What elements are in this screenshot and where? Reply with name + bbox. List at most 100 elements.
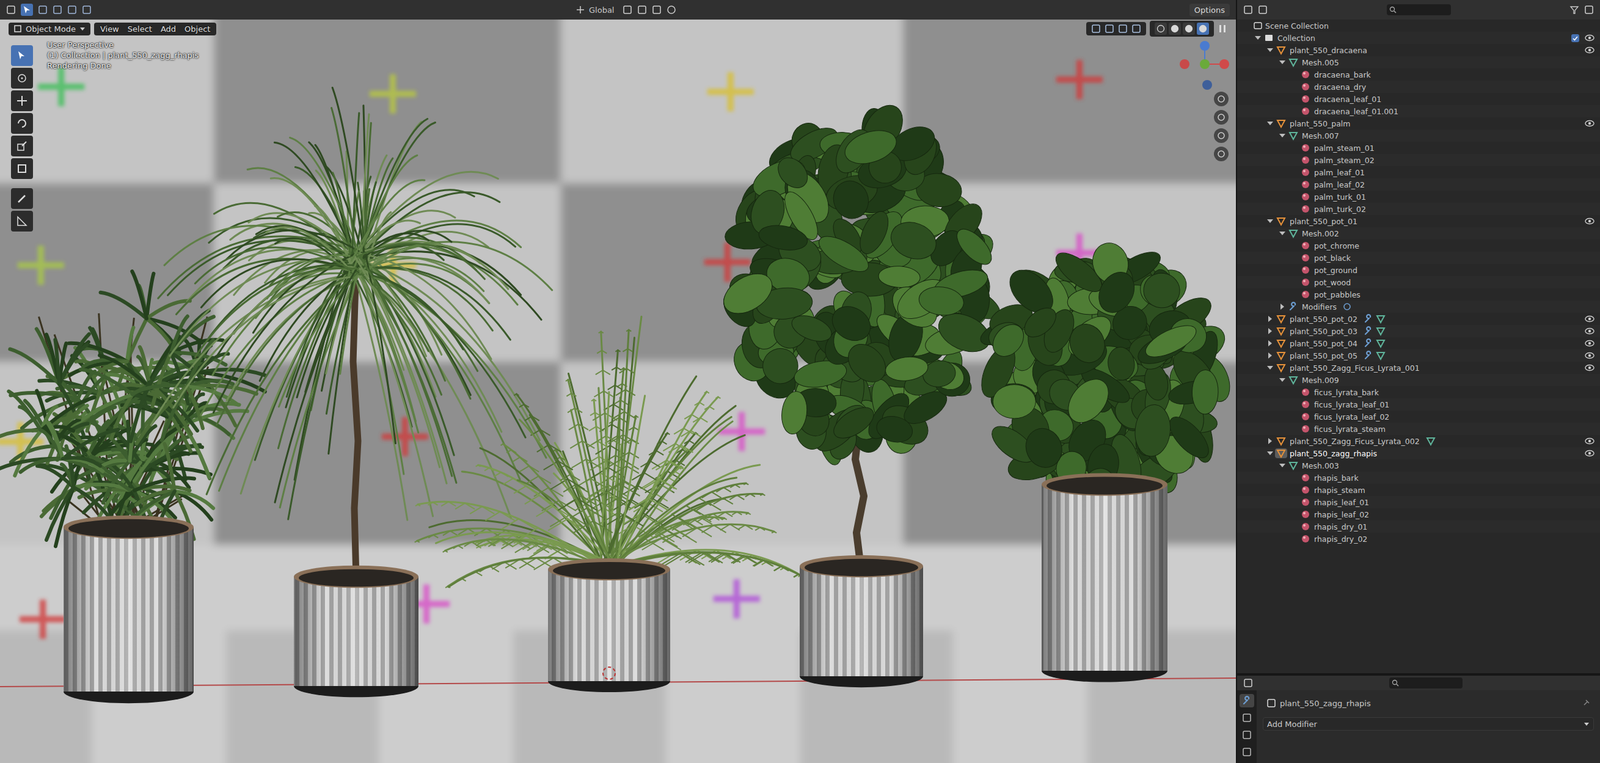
expand-arrow-icon[interactable] [1265,448,1275,459]
outliner-row[interactable]: palm_turk_01 [1237,190,1600,203]
exclude-checkbox[interactable] [1571,34,1580,43]
pause-icon[interactable] [1217,23,1228,34]
outliner-row[interactable]: pot_pabbles [1237,288,1600,301]
outliner-row[interactable]: plant_550_zagg_rhapis [1237,447,1600,460]
editor-type-icon[interactable] [6,4,16,15]
outliner-row[interactable]: pot_black [1237,251,1600,264]
tool-button[interactable] [10,90,33,112]
expand-arrow-icon[interactable] [1277,460,1288,471]
outliner-row[interactable]: rhapis_leaf_02 [1237,508,1600,521]
outliner-row[interactable]: Mesh.007 [1237,129,1600,142]
expand-arrow-icon[interactable] [1265,362,1275,373]
viewport-toggle-icon[interactable] [1091,23,1101,34]
outliner-row[interactable]: plant_550_pot_02 [1237,312,1600,326]
outliner-row[interactable]: plant_550_pot_03 [1237,325,1600,338]
expand-arrow-icon[interactable] [1277,375,1288,385]
expand-toggle[interactable] [1265,436,1275,446]
select-mode-icon[interactable] [20,3,33,16]
outliner-row[interactable]: rhapis_dry_01 [1237,520,1600,533]
orientation-dropdown[interactable]: Global [571,3,618,16]
mode-dropdown[interactable]: Object Mode [8,22,91,36]
expand-toggle[interactable] [1252,32,1263,43]
outliner-row[interactable]: Collection [1237,31,1600,44]
outliner-row[interactable]: pot_ground [1237,263,1600,277]
outliner-row[interactable]: rhapis_dry_02 [1237,532,1600,545]
eye-icon[interactable] [1584,351,1596,360]
expand-toggle[interactable] [1265,45,1275,55]
new-collection-icon[interactable] [1584,4,1594,15]
expand-arrow-icon[interactable] [1265,338,1275,349]
outliner-row[interactable]: dracaena_bark [1237,68,1600,81]
expand-arrow-icon[interactable] [1277,130,1288,141]
eye-icon[interactable] [1584,119,1596,128]
filter-icon[interactable] [1569,4,1580,15]
eye-icon[interactable] [1584,449,1596,458]
outliner-row[interactable]: pot_wood [1237,276,1600,289]
outliner-row[interactable]: ficus_lyrata_leaf_02 [1237,410,1600,423]
expand-toggle[interactable] [1265,350,1275,361]
expand-toggle[interactable] [1277,130,1288,141]
outliner-row[interactable]: plant_550_Zagg_Ficus_Lyrata_001 [1237,361,1600,374]
3d-viewport[interactable]: Object ModeViewSelectAddObjectUser Persp… [0,19,1236,763]
outliner-row[interactable]: Mesh.002 [1237,227,1600,240]
outliner-row[interactable]: plant_550_pot_01 [1237,215,1600,228]
eye-icon[interactable] [1584,339,1596,348]
tool-button[interactable] [10,188,33,209]
outliner-row[interactable]: ficus_lyrata_bark [1237,386,1600,399]
tool-button[interactable] [10,135,33,157]
outliner-row[interactable]: Mesh.005 [1237,56,1600,69]
outliner-row[interactable]: Mesh.009 [1237,373,1600,387]
outliner-row[interactable]: palm_steam_01 [1237,141,1600,154]
expand-toggle[interactable] [1265,362,1275,373]
expand-arrow-icon[interactable] [1277,301,1288,312]
eye-icon[interactable] [1584,45,1596,55]
eye-icon[interactable] [1584,436,1596,446]
outliner-row[interactable]: palm_leaf_02 [1237,178,1600,191]
expand-arrow-icon[interactable] [1277,57,1288,68]
expand-arrow-icon[interactable] [1265,314,1275,324]
expand-toggle[interactable] [1265,338,1275,349]
outliner-row[interactable]: plant_550_pot_04 [1237,337,1600,350]
viewport-toggle-icon[interactable] [1117,23,1128,34]
shading-button[interactable] [1154,22,1167,35]
outliner-row[interactable]: rhapis_leaf_01 [1237,496,1600,509]
selection-mode-icon[interactable] [52,4,63,15]
expand-toggle[interactable] [1277,228,1288,239]
tool-button[interactable] [10,210,33,232]
viewport-toggle-icon[interactable] [1131,23,1142,34]
outliner-row[interactable]: dracaena_dry [1237,80,1600,93]
shading-button[interactable] [1182,22,1195,35]
tool-button[interactable] [10,45,33,66]
tool-button[interactable] [10,158,33,179]
outliner-row[interactable]: Modifiers [1237,300,1600,313]
expand-arrow-icon[interactable] [1265,326,1275,337]
expand-arrow-icon[interactable] [1265,350,1275,361]
outliner-row[interactable]: dracaena_leaf_01 [1237,92,1600,106]
expand-arrow-icon[interactable] [1252,32,1263,43]
outliner-row[interactable]: plant_550_dracaena [1237,43,1600,57]
viewport-toggle-icon[interactable] [1104,23,1115,34]
tool-button[interactable] [10,67,33,89]
menu-item[interactable]: Add [157,22,180,36]
eye-icon[interactable] [1584,314,1596,324]
expand-toggle[interactable] [1265,326,1275,337]
eye-icon[interactable] [1584,363,1596,373]
menu-item[interactable]: Object [180,22,214,36]
proportional-icon[interactable] [666,4,677,15]
pivot-snap-icon[interactable] [637,4,647,15]
outliner-row[interactable]: plant_550_Zagg_Ficus_Lyrata_002 [1237,434,1600,448]
expand-arrow-icon[interactable] [1265,118,1275,129]
expand-toggle[interactable] [1265,118,1275,129]
shading-button[interactable] [1168,22,1181,35]
selection-mode-icon[interactable] [81,4,92,15]
editor-type-icon[interactable] [1243,4,1253,15]
outliner-search[interactable] [1386,4,1451,16]
outliner-row[interactable]: ficus_lyrata_leaf_01 [1237,398,1600,411]
outliner-row[interactable]: ficus_lyrata_steam [1237,422,1600,435]
outliner-row[interactable]: dracaena_leaf_01.001 [1237,105,1600,118]
pivot-snap-icon[interactable] [651,4,662,15]
outliner-row[interactable]: palm_leaf_01 [1237,166,1600,179]
expand-toggle[interactable] [1265,314,1275,324]
eye-icon[interactable] [1584,216,1596,226]
expand-arrow-icon[interactable] [1265,436,1275,446]
